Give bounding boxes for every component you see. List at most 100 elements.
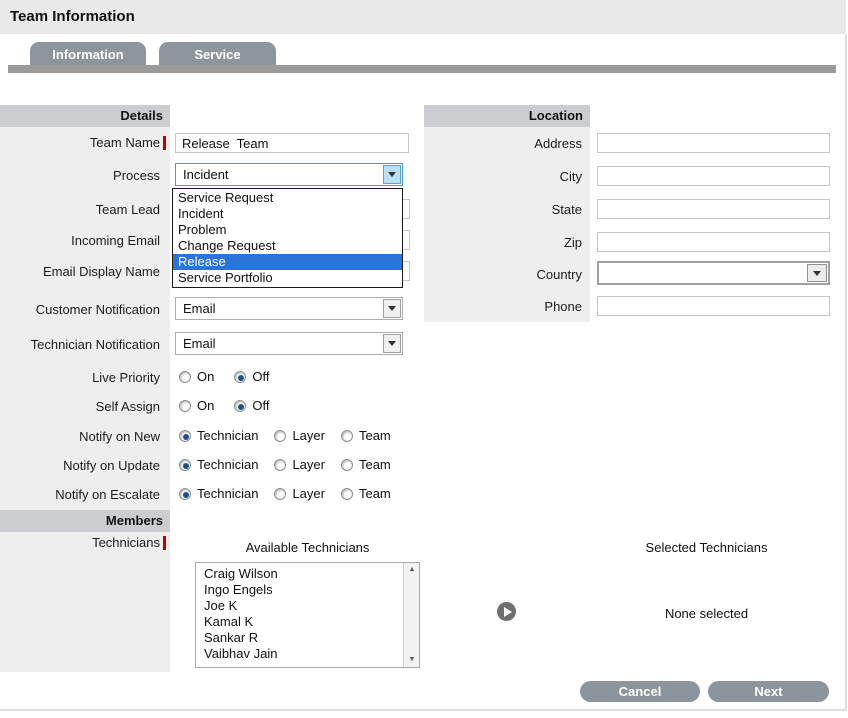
radio-icon[interactable] <box>274 430 286 442</box>
technician-notification-arrow-button[interactable] <box>383 334 401 353</box>
available-technicians-listbox[interactable]: Craig Wilson Ingo Engels Joe K Kamal K S… <box>195 562 420 668</box>
required-marker-icon <box>163 136 166 150</box>
process-dropdown-option[interactable]: Incident <box>173 206 402 222</box>
page-right-border <box>845 34 847 710</box>
address-input[interactable] <box>597 133 830 153</box>
process-select-value: Incident <box>183 167 229 182</box>
radio-option[interactable]: Off <box>234 369 269 384</box>
city-label: City <box>424 169 582 185</box>
live-priority-radio-group: On Off <box>179 369 289 384</box>
zip-input[interactable] <box>597 232 830 252</box>
radio-icon[interactable] <box>341 430 353 442</box>
notify-on-escalate-label: Notify on Escalate <box>0 487 160 503</box>
radio-option[interactable]: Technician <box>179 457 258 472</box>
address-label: Address <box>424 136 582 152</box>
required-marker-icon <box>163 536 166 550</box>
radio-option[interactable]: Off <box>234 398 269 413</box>
incoming-email-label: Incoming Email <box>0 233 160 249</box>
radio-option[interactable]: On <box>179 369 214 384</box>
country-select[interactable] <box>597 261 830 285</box>
phone-label: Phone <box>424 299 582 315</box>
process-select-arrow-button[interactable] <box>383 165 401 184</box>
customer-notification-value: Email <box>183 301 216 316</box>
radio-icon[interactable] <box>341 488 353 500</box>
self-assign-radio-group: On Off <box>179 398 289 413</box>
available-technicians-heading: Available Technicians <box>195 540 420 555</box>
technician-list-item[interactable]: Ingo Engels <box>196 582 419 598</box>
radio-icon[interactable] <box>179 371 191 383</box>
email-display-name-label: Email Display Name <box>0 264 160 280</box>
technician-notification-label: Technician Notification <box>0 337 160 353</box>
radio-icon[interactable] <box>274 459 286 471</box>
chevron-down-icon <box>388 341 396 346</box>
team-information-page: Team Information Information Service Det… <box>0 0 848 718</box>
chevron-down-icon <box>388 172 396 177</box>
process-select[interactable]: Incident <box>175 163 403 186</box>
chevron-down-icon <box>388 306 396 311</box>
process-dropdown-option[interactable]: Service Request <box>173 190 402 206</box>
radio-icon[interactable] <box>179 459 191 471</box>
process-dropdown-list: Service Request Incident Problem Change … <box>172 188 403 288</box>
radio-option[interactable]: On <box>179 398 214 413</box>
details-label-column <box>0 105 170 672</box>
radio-icon[interactable] <box>341 459 353 471</box>
scroll-down-icon[interactable]: ▼ <box>404 653 420 667</box>
state-label: State <box>424 202 582 218</box>
country-select-arrow-button[interactable] <box>807 264 827 282</box>
radio-option[interactable]: Technician <box>179 486 258 501</box>
radio-option[interactable]: Technician <box>179 428 258 443</box>
radio-option[interactable]: Layer <box>274 486 325 501</box>
team-name-input[interactable] <box>175 133 409 153</box>
radio-icon[interactable] <box>179 488 191 500</box>
notify-on-update-radio-group: Technician Layer Team <box>179 457 407 472</box>
team-lead-label: Team Lead <box>0 202 160 218</box>
none-selected-text: None selected <box>600 606 813 621</box>
radio-icon[interactable] <box>179 430 191 442</box>
move-right-button[interactable] <box>497 602 516 621</box>
radio-icon[interactable] <box>179 400 191 412</box>
process-dropdown-option[interactable]: Problem <box>173 222 402 238</box>
chevron-down-icon <box>813 271 821 276</box>
notify-on-escalate-radio-group: Technician Layer Team <box>179 486 407 501</box>
radio-option[interactable]: Layer <box>274 457 325 472</box>
technicians-label: Technicians <box>0 535 160 551</box>
technician-list-item[interactable]: Kamal K <box>196 614 419 630</box>
customer-notification-label: Customer Notification <box>0 302 160 318</box>
listbox-scrollbar[interactable]: ▲ ▼ <box>403 563 419 667</box>
radio-option[interactable]: Layer <box>274 428 325 443</box>
process-dropdown-option[interactable]: Change Request <box>173 238 402 254</box>
customer-notification-select[interactable]: Email <box>175 297 403 320</box>
members-header: Members <box>0 510 170 532</box>
zip-label: Zip <box>424 235 582 251</box>
radio-icon[interactable] <box>234 371 246 383</box>
technician-list-item[interactable]: Sankar R <box>196 630 419 646</box>
technician-notification-value: Email <box>183 336 216 351</box>
phone-input[interactable] <box>597 296 830 316</box>
technician-list-item[interactable]: Vaibhav Jain <box>196 646 419 662</box>
radio-option[interactable]: Team <box>341 457 391 472</box>
city-input[interactable] <box>597 166 830 186</box>
radio-icon[interactable] <box>274 488 286 500</box>
tab-information[interactable]: Information <box>30 42 146 66</box>
technician-list-item[interactable]: Craig Wilson <box>196 566 419 582</box>
tab-service[interactable]: Service <box>159 42 276 66</box>
scroll-up-icon[interactable]: ▲ <box>404 563 420 577</box>
process-dropdown-option[interactable]: Service Portfolio <box>173 270 402 286</box>
next-button[interactable]: Next <box>708 681 829 702</box>
live-priority-label: Live Priority <box>0 370 160 386</box>
page-title: Team Information <box>10 0 135 34</box>
radio-icon[interactable] <box>234 400 246 412</box>
tab-underline-bar <box>8 65 836 73</box>
radio-option[interactable]: Team <box>341 428 391 443</box>
technician-list-item[interactable]: Joe K <box>196 598 419 614</box>
process-dropdown-option[interactable]: Release <box>173 254 402 270</box>
radio-option[interactable]: Team <box>341 486 391 501</box>
process-label: Process <box>0 168 160 184</box>
notify-on-new-radio-group: Technician Layer Team <box>179 428 407 443</box>
state-input[interactable] <box>597 199 830 219</box>
customer-notification-arrow-button[interactable] <box>383 299 401 318</box>
technician-notification-select[interactable]: Email <box>175 332 403 355</box>
self-assign-label: Self Assign <box>0 399 160 415</box>
cancel-button[interactable]: Cancel <box>580 681 700 702</box>
details-header: Details <box>0 105 170 127</box>
